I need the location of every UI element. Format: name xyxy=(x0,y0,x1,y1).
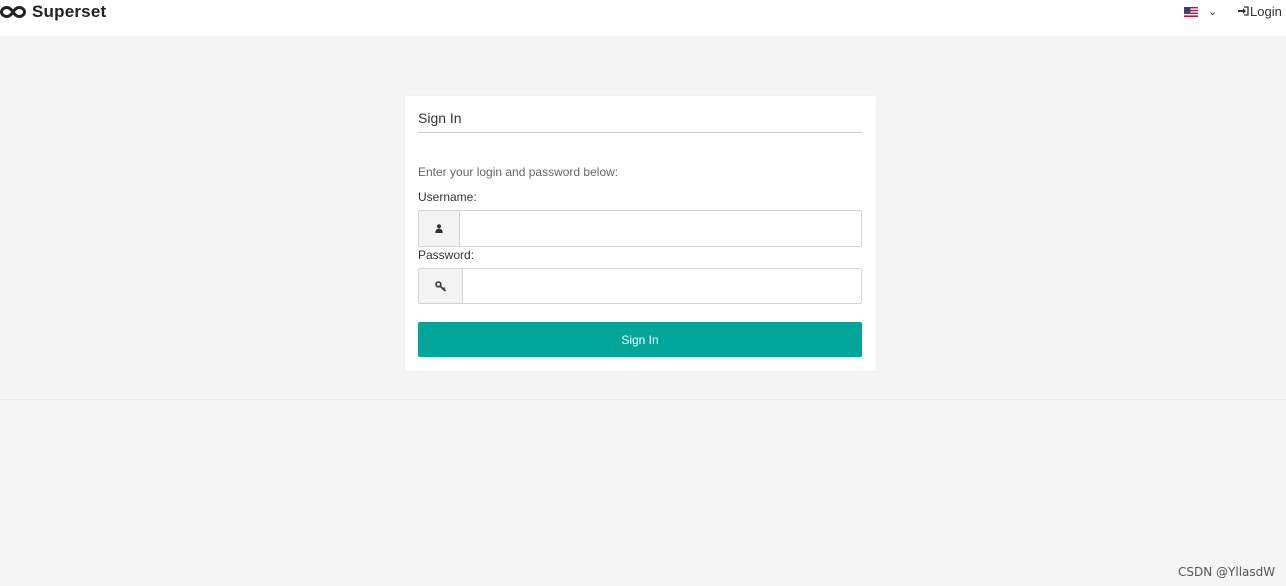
username-label: Username: xyxy=(418,190,477,204)
login-card: Sign In Enter your login and password be… xyxy=(405,96,876,371)
password-input-group xyxy=(418,268,862,304)
user-icon xyxy=(418,210,459,247)
sign-in-button[interactable]: Sign In xyxy=(418,322,862,357)
key-icon xyxy=(418,268,462,304)
password-input[interactable] xyxy=(462,268,862,304)
title-divider xyxy=(418,132,862,133)
username-input-group xyxy=(418,210,862,247)
card-title: Sign In xyxy=(418,110,462,126)
username-input[interactable] xyxy=(459,210,862,247)
us-flag-icon xyxy=(1184,7,1198,17)
login-instructions: Enter your login and password below: xyxy=(418,165,619,179)
login-link[interactable]: Login xyxy=(1238,3,1282,19)
infinity-logo-icon xyxy=(0,5,26,19)
brand[interactable]: Superset xyxy=(0,2,106,22)
language-selector[interactable]: ⌄ xyxy=(1184,5,1217,19)
chevron-down-icon: ⌄ xyxy=(1208,6,1218,18)
password-label: Password: xyxy=(418,248,475,262)
sign-in-icon xyxy=(1238,6,1249,16)
brand-name: Superset xyxy=(32,2,107,21)
login-label: Login xyxy=(1250,3,1282,19)
watermark: CSDN @YllasdW xyxy=(1178,565,1276,579)
top-navbar: Superset ⌄ Login xyxy=(0,0,1286,36)
